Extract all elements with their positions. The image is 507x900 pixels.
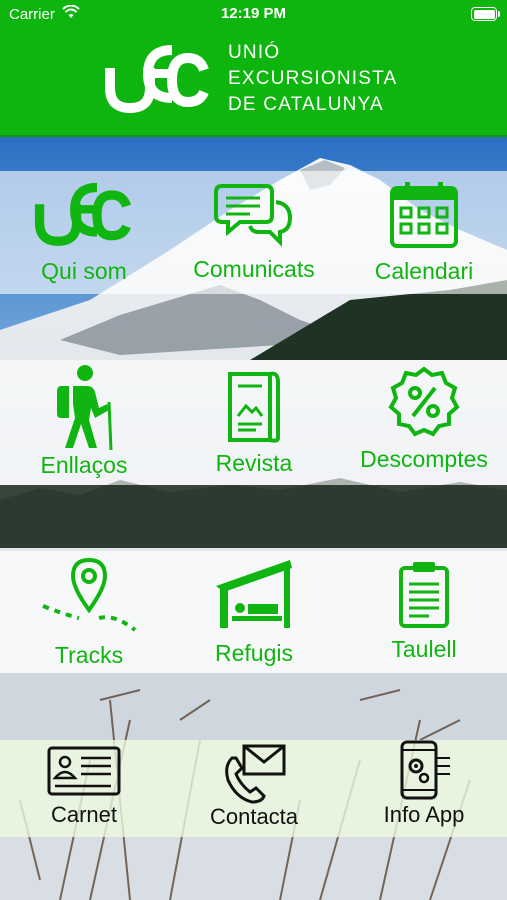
menu-enllacos-button[interactable]: Enllaços xyxy=(14,364,154,482)
discount-badge-icon xyxy=(388,366,460,437)
uec-logo-icon xyxy=(34,182,131,246)
magazine-icon xyxy=(228,371,280,443)
org-line-3: DE CATALUNYA xyxy=(228,94,384,115)
menu-refugis-button[interactable]: Refugis xyxy=(174,556,334,670)
app-header: Carrier 12:19 PM UNIÓ EXCURSIONISTA DE C… xyxy=(0,0,507,137)
menu-info-app-button[interactable]: Info App xyxy=(354,740,494,834)
org-line-1: UNIÓ xyxy=(228,42,281,63)
map-pin-route-icon xyxy=(42,557,137,632)
calendar-icon xyxy=(390,182,458,248)
menu-contacta-label: Contacta xyxy=(209,804,299,829)
shelter-bed-icon xyxy=(216,560,292,628)
menu-calendari-button[interactable]: Calendari xyxy=(354,180,494,288)
menu-qui-som-label: Qui som xyxy=(41,258,127,284)
menu-tracks-button[interactable]: Tracks xyxy=(14,556,164,670)
menu-descomptes-label: Descomptes xyxy=(360,446,488,472)
id-card-icon xyxy=(47,746,121,796)
menu-comunicats-button[interactable]: Comunicats xyxy=(174,180,334,288)
menu-qui-som-button[interactable]: Qui som xyxy=(14,178,154,288)
menu-enllacos-label: Enllaços xyxy=(40,452,128,478)
menu-carnet-button[interactable]: Carnet xyxy=(14,744,154,834)
phone-gear-icon xyxy=(400,740,450,800)
menu-revista-label: Revista xyxy=(215,450,293,476)
menu-tracks-label: Tracks xyxy=(54,642,124,668)
chat-bubbles-icon xyxy=(214,184,293,247)
battery-icon xyxy=(471,7,500,21)
menu-descomptes-button[interactable]: Descomptes xyxy=(344,366,504,482)
menu-contacta-button[interactable]: Contacta xyxy=(174,744,334,834)
uec-logo-icon xyxy=(105,45,209,114)
status-time: 12:19 PM xyxy=(220,5,287,22)
phone-envelope-icon xyxy=(225,744,286,804)
menu-refugis-label: Refugis xyxy=(215,640,293,666)
clipboard-icon xyxy=(399,562,449,628)
menu-carnet-label: Carnet xyxy=(50,802,118,827)
hiker-icon xyxy=(57,365,113,450)
organization-name: UNIÓ EXCURSIONISTA DE CATALUNYA xyxy=(228,40,397,118)
status-bar: Carrier 12:19 PM xyxy=(0,0,507,28)
menu-comunicats-label: Comunicats xyxy=(193,256,315,282)
menu-revista-button[interactable]: Revista xyxy=(174,368,334,482)
menu-taulell-label: Taulell xyxy=(391,636,457,662)
menu-taulell-button[interactable]: Taulell xyxy=(354,560,494,670)
org-line-2: EXCURSIONISTA xyxy=(228,68,398,89)
menu-info-app-label: Info App xyxy=(383,802,465,827)
menu-calendari-label: Calendari xyxy=(374,258,474,284)
